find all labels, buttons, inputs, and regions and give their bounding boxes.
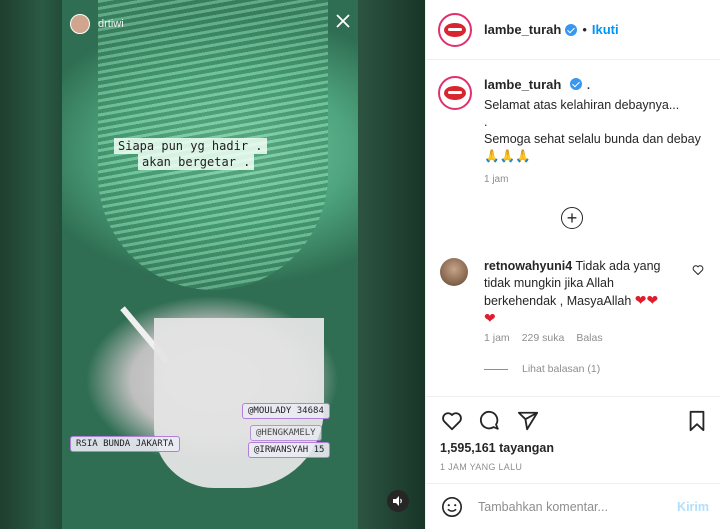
story-text-line1: Siapa pun yg hadir . xyxy=(114,138,267,154)
story-text-line2: akan bergetar . xyxy=(138,154,255,170)
view-count[interactable]: 1,595,161 tayangan xyxy=(440,441,554,455)
heart-icon[interactable] xyxy=(440,409,464,433)
mention-tag[interactable]: @MOULADY 34684 xyxy=(242,403,330,419)
post-media[interactable]: drtiwi Siapa pun yg hadir . akan bergeta… xyxy=(0,0,425,529)
story-user: drtiwi xyxy=(70,14,124,34)
action-bar: 1,595,161 tayangan 1 JAM YANG LALU Tamba… xyxy=(426,396,720,528)
follow-button[interactable]: Ikuti xyxy=(592,22,619,37)
reply-button[interactable]: Balas xyxy=(576,332,602,344)
share-icon[interactable] xyxy=(516,409,540,433)
praying-emoji: 🙏🙏🙏 xyxy=(484,149,531,163)
plus-circle-icon[interactable]: + xyxy=(561,207,583,229)
comment-username[interactable]: retnowahyuni4 xyxy=(484,259,572,273)
comment-meta: 1 jam 229 suka Balas xyxy=(484,332,603,344)
caption-line: Selamat atas kelahiran debaynya... xyxy=(484,98,680,112)
caption-time[interactable]: 1 jam xyxy=(484,174,709,185)
view-replies-label: Lihat balasan (1) xyxy=(522,363,601,375)
story-text: Siapa pun yg hadir . akan bergetar . xyxy=(114,138,267,170)
comment-likes[interactable]: 229 suka xyxy=(522,332,565,344)
comment-input[interactable]: Tambahkan komentar... xyxy=(478,500,677,514)
bookmark-icon[interactable] xyxy=(685,409,709,433)
avatar[interactable] xyxy=(438,76,472,110)
heart-icon[interactable] xyxy=(692,264,704,276)
comment-time[interactable]: 1 jam xyxy=(484,332,510,344)
caption-trailing: . xyxy=(586,76,591,93)
avatar[interactable] xyxy=(440,258,468,286)
caption-line: Semoga sehat selalu bunda dan debay 🙏🙏🙏 xyxy=(484,132,701,163)
caption: lambe_turah . Selamat atas kelahiran deb… xyxy=(438,76,709,185)
view-replies-button[interactable]: Lihat balasan (1) xyxy=(484,363,600,375)
heart-emoji: ❤ xyxy=(484,310,496,326)
avatar[interactable] xyxy=(438,12,472,47)
mention-tag[interactable]: @IRWANSYAH 15 xyxy=(248,442,331,458)
emoji-icon[interactable] xyxy=(440,495,464,519)
heart-emoji: ❤❤ xyxy=(634,292,659,308)
speaker-icon[interactable] xyxy=(387,490,409,512)
header-username[interactable]: lambe_turah xyxy=(484,22,561,37)
story-avatar xyxy=(70,14,90,34)
separator: • xyxy=(582,22,587,37)
location-tag[interactable]: RSIA BUNDA JAKARTA xyxy=(70,436,180,452)
comment: retnowahyuni4 Tidak ada yang tidak mungk… xyxy=(440,258,712,328)
story-video[interactable]: drtiwi Siapa pun yg hadir . akan bergeta… xyxy=(62,0,358,529)
send-button[interactable]: Kirim xyxy=(677,500,709,514)
post-header: lambe_turah • Ikuti xyxy=(426,0,720,60)
mention-tag[interactable]: @HENGKAMELY xyxy=(250,425,322,441)
verified-icon xyxy=(565,23,578,36)
verified-icon xyxy=(569,78,582,90)
caption-username[interactable]: lambe_turah xyxy=(484,77,561,92)
add-comment-bar: Tambahkan komentar... Kirim xyxy=(426,483,720,529)
post-timestamp[interactable]: 1 JAM YANG LALU xyxy=(440,462,522,472)
divider xyxy=(484,368,508,370)
close-icon[interactable] xyxy=(334,12,352,30)
comment-icon[interactable] xyxy=(478,409,502,433)
post-panel: lambe_turah • Ikuti lambe_turah . Selama… xyxy=(425,0,720,529)
story-username: drtiwi xyxy=(98,18,124,30)
caption-line: . xyxy=(484,115,488,129)
